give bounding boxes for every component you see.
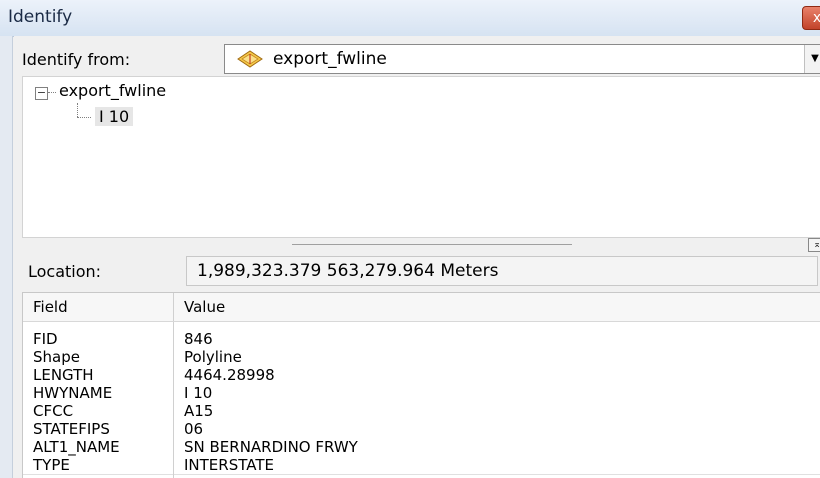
tree-connector bbox=[48, 92, 56, 93]
left-edge bbox=[0, 36, 13, 478]
window-title: Identify bbox=[8, 7, 73, 27]
identify-from-row: Identify from: export_fwline ▼ bbox=[14, 42, 820, 74]
splitter-grip[interactable] bbox=[292, 244, 572, 245]
results-tree: − export_fwline I 10 bbox=[22, 76, 820, 238]
splitter-toggle-button[interactable]: ⌅ bbox=[808, 238, 820, 252]
identify-from-label: Identify from: bbox=[22, 50, 131, 69]
identify-window: Identify x Identify from: export_fwline … bbox=[0, 0, 820, 478]
identify-panel: Identify from: export_fwline ▼ − export_… bbox=[14, 36, 820, 478]
field-value: 4464.28998 bbox=[184, 366, 275, 384]
value-column-header[interactable]: Value bbox=[173, 293, 820, 322]
location-field: 1,989,323.379 563,279.964 Meters bbox=[186, 256, 818, 286]
panel-splitter[interactable]: ⌅ bbox=[22, 238, 820, 252]
close-icon: x bbox=[812, 10, 820, 26]
field-value: 846 bbox=[184, 330, 213, 348]
field-name: FID bbox=[23, 330, 174, 348]
identify-from-dropdown[interactable]: export_fwline ▼ bbox=[224, 44, 820, 74]
layer-icon bbox=[237, 50, 263, 68]
collapse-icon[interactable]: − bbox=[35, 87, 48, 100]
field-name: CFCC bbox=[23, 402, 174, 420]
field-name: HWYNAME bbox=[23, 384, 174, 402]
table-row[interactable]: STATEFIPS 06 bbox=[23, 420, 820, 438]
field-value: INTERSTATE bbox=[184, 456, 274, 474]
field-column-header[interactable]: Field bbox=[23, 293, 174, 322]
attributes-table: Field Value FID 846 Shape Polyline LENGTH 4… bbox=[23, 293, 820, 478]
field-value: A15 bbox=[184, 402, 214, 420]
location-label: Location: bbox=[28, 262, 102, 281]
table-spacer bbox=[23, 321, 820, 330]
title-bar[interactable]: Identify x bbox=[0, 0, 820, 37]
field-name: Shape bbox=[23, 348, 174, 366]
identify-from-value: export_fwline bbox=[273, 49, 387, 69]
field-name: TYPE bbox=[23, 456, 174, 475]
table-row[interactable]: TYPE INTERSTATE bbox=[23, 456, 820, 475]
table-row[interactable]: ALT1_NAME SN BERNARDINO FRWY bbox=[23, 438, 820, 456]
attributes-grid: Field Value FID 846 Shape Polyline LENGTH 4… bbox=[22, 292, 820, 478]
tree-connector bbox=[77, 103, 78, 117]
table-row[interactable]: Shape Polyline bbox=[23, 348, 820, 366]
location-value: 1,989,323.379 563,279.964 Meters bbox=[197, 261, 499, 281]
field-value: I 10 bbox=[184, 384, 213, 402]
field-name: LENGTH bbox=[23, 366, 174, 384]
tree-connector bbox=[77, 117, 91, 118]
close-button[interactable]: x bbox=[802, 6, 820, 30]
table-empty-row bbox=[23, 474, 820, 478]
field-value: Polyline bbox=[184, 348, 242, 366]
tree-root-node[interactable]: export_fwline bbox=[59, 81, 166, 100]
table-row[interactable]: LENGTH 4464.28998 bbox=[23, 366, 820, 384]
dropdown-arrow-icon[interactable]: ▼ bbox=[804, 45, 820, 73]
tree-child-node[interactable]: I 10 bbox=[95, 107, 134, 126]
field-name: STATEFIPS bbox=[23, 420, 174, 438]
field-value: 06 bbox=[184, 420, 204, 438]
field-value: SN BERNARDINO FRWY bbox=[184, 438, 358, 456]
table-row[interactable]: CFCC A15 bbox=[23, 402, 820, 420]
table-header-row: Field Value bbox=[23, 293, 820, 322]
field-name: ALT1_NAME bbox=[23, 438, 174, 456]
location-row: Location: 1,989,323.379 563,279.964 Mete… bbox=[22, 254, 820, 288]
table-row[interactable]: FID 846 bbox=[23, 330, 820, 348]
table-row[interactable]: HWYNAME I 10 bbox=[23, 384, 820, 402]
